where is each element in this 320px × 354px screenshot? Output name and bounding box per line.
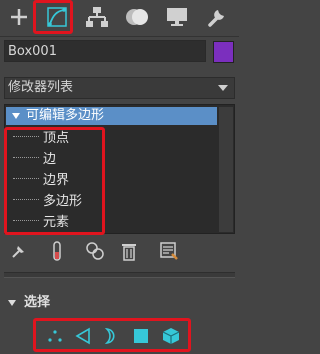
- show-end-result-icon: [53, 241, 61, 261]
- create-tab[interactable]: [0, 2, 38, 32]
- vertex-icon: [48, 330, 62, 342]
- pin-stack-icon: [12, 246, 24, 258]
- border-level-button[interactable]: [100, 325, 122, 347]
- selection-rollout-header[interactable]: 选择: [8, 294, 50, 312]
- border-icon: [104, 327, 115, 345]
- subobject-edge[interactable]: 边: [13, 150, 56, 170]
- collapse-triangle-icon[interactable]: [12, 113, 20, 119]
- utilities-tab[interactable]: [198, 2, 236, 32]
- edge-level-button[interactable]: [72, 325, 94, 347]
- polygon-icon: [134, 329, 148, 343]
- object-color-swatch[interactable]: [213, 41, 234, 63]
- element-level-button[interactable]: [160, 325, 182, 347]
- modifier-stack: 可编辑多边形 顶点 边 边界 多边形 元素: [4, 104, 235, 234]
- stack-toolbar: [0, 236, 239, 266]
- subobject-label: 多边形: [43, 194, 83, 209]
- remove-modifier-button[interactable]: [118, 240, 140, 262]
- show-end-result-button[interactable]: [46, 240, 68, 262]
- hierarchy-tab[interactable]: [78, 2, 116, 32]
- motion-tab[interactable]: [118, 2, 156, 32]
- stack-item-label: 可编辑多边形: [26, 108, 105, 123]
- chevron-down-icon: [218, 85, 228, 91]
- rollout-title: 选择: [24, 295, 51, 310]
- pin-stack-button[interactable]: [8, 240, 30, 262]
- subobject-label: 顶点: [43, 131, 70, 146]
- remove-modifier-icon: [122, 244, 136, 261]
- subobject-vertex[interactable]: 顶点: [13, 129, 69, 149]
- make-unique-icon: [86, 242, 104, 260]
- command-panel-tabs: [0, 0, 239, 36]
- tab-divider: [0, 36, 239, 37]
- subobject-polygon[interactable]: 多边形: [13, 192, 82, 212]
- subobject-label: 边界: [43, 173, 70, 188]
- hierarchy-icon: [86, 7, 108, 27]
- display-icon: [167, 8, 187, 26]
- object-name-field[interactable]: Box001: [4, 40, 206, 62]
- modifier-list-dropdown[interactable]: 修改器列表: [4, 77, 235, 99]
- wrench-icon: [208, 10, 224, 27]
- motion-icon: [126, 9, 148, 25]
- element-icon: [162, 328, 180, 344]
- stack-scrollbar[interactable]: [219, 107, 233, 232]
- modify-icon: [47, 7, 67, 27]
- modifier-list-label: 修改器列表: [8, 80, 74, 95]
- rollout-divider[interactable]: [4, 272, 235, 278]
- vertex-level-button[interactable]: [44, 325, 66, 347]
- make-unique-button[interactable]: [84, 240, 106, 262]
- collapse-triangle-icon: [8, 299, 16, 306]
- configure-modifier-sets-button[interactable]: [158, 240, 180, 262]
- display-tab[interactable]: [158, 2, 196, 32]
- subobject-label: 边: [43, 152, 57, 167]
- subobject-element[interactable]: 元素: [13, 213, 69, 233]
- polygon-level-button[interactable]: [130, 325, 152, 347]
- subobject-label: 元素: [43, 215, 70, 230]
- configure-modifier-sets-icon: [160, 242, 178, 260]
- edge-icon: [75, 327, 90, 345]
- plus-icon: [11, 9, 27, 25]
- stack-item-editable-poly[interactable]: 可编辑多边形: [6, 107, 217, 125]
- modify-tab[interactable]: [38, 2, 76, 32]
- subobject-border[interactable]: 边界: [13, 171, 69, 191]
